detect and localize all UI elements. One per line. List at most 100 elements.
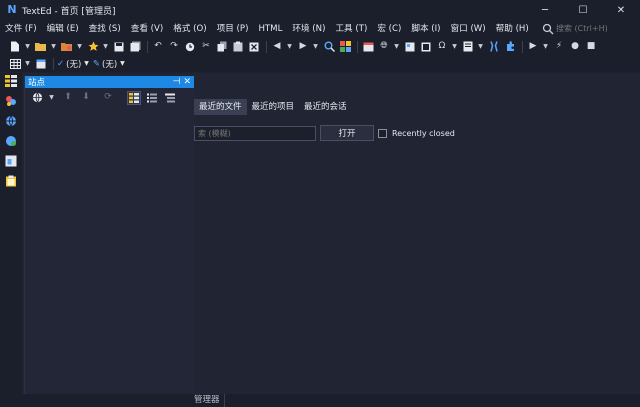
recently-closed-checkbox[interactable] bbox=[378, 128, 387, 138]
menu-help[interactable]: 帮助 (H) bbox=[491, 20, 534, 38]
menu-edit[interactable]: 编辑 (E) bbox=[42, 20, 84, 38]
menu-view[interactable]: 查看 (V) bbox=[126, 20, 169, 38]
record-icon[interactable]: ● bbox=[568, 40, 582, 54]
chevron-down-icon: ▼ bbox=[84, 60, 89, 67]
cut-icon[interactable]: ✂ bbox=[199, 40, 213, 54]
spellcheck-value: (无) bbox=[66, 59, 82, 70]
sites-panel-header: 站点 ⊣ ✕ bbox=[25, 76, 194, 88]
save-icon[interactable] bbox=[112, 40, 126, 54]
web-sync-icon[interactable] bbox=[5, 135, 17, 147]
new-dropdown-icon[interactable]: ▼ bbox=[24, 40, 31, 54]
document-dropdown-icon[interactable]: ▼ bbox=[477, 40, 484, 54]
tab-recent-projects[interactable]: 最近的项目 bbox=[247, 99, 300, 115]
list-view-icon[interactable] bbox=[145, 91, 159, 105]
open-folder-icon[interactable] bbox=[34, 40, 48, 54]
highlighter-combo[interactable]: ✎ (无) ▼ bbox=[93, 57, 125, 71]
clip-library-icon[interactable] bbox=[5, 95, 17, 107]
status-bar: 管理器 bbox=[0, 394, 640, 407]
delete-icon[interactable] bbox=[247, 40, 261, 54]
fuzzy-search-input[interactable] bbox=[194, 125, 316, 141]
panel-close-icon[interactable]: ✕ bbox=[183, 77, 191, 87]
menu-search[interactable]: 查找 (S) bbox=[84, 20, 126, 38]
run-icon[interactable]: ▶ bbox=[526, 40, 540, 54]
file-tree-icon[interactable] bbox=[5, 75, 17, 87]
site-dropdown-icon[interactable]: ▼ bbox=[48, 91, 55, 105]
stop-icon[interactable]: ■ bbox=[584, 40, 598, 54]
open-button[interactable]: 打开 bbox=[320, 125, 374, 141]
copy-icon[interactable] bbox=[215, 40, 229, 54]
format-toolbar: ▼ ✓ (无) ▼ ✎ (无) ▼ bbox=[0, 55, 640, 72]
site-globe-icon[interactable] bbox=[30, 91, 44, 105]
bottom-panel-tab[interactable]: 管理器 bbox=[194, 394, 225, 407]
menu-bar: 文件 (F) 编辑 (E) 查找 (S) 查看 (V) 格式 (O) 项目 (P… bbox=[0, 20, 640, 38]
document-icon[interactable] bbox=[461, 40, 475, 54]
color-picker-icon[interactable] bbox=[338, 40, 352, 54]
clipboard-icon[interactable] bbox=[5, 175, 17, 187]
menu-tools[interactable]: 工具 (T) bbox=[330, 20, 372, 38]
favorites-icon[interactable] bbox=[86, 40, 100, 54]
move-down-icon[interactable]: ⬇ bbox=[79, 91, 93, 105]
back-dropdown-icon[interactable]: ▼ bbox=[286, 40, 293, 54]
recently-closed-toggle[interactable]: Recently closed bbox=[378, 128, 455, 138]
toolbar-separator bbox=[522, 40, 523, 53]
pin-icon[interactable]: ⊣ bbox=[173, 77, 181, 87]
forward-arrow-icon[interactable]: ▶ bbox=[296, 40, 310, 54]
browser-preview-icon[interactable] bbox=[361, 40, 375, 54]
paste-icon[interactable] bbox=[231, 40, 245, 54]
new-file-icon[interactable] bbox=[8, 40, 22, 54]
menu-project[interactable]: 项目 (P) bbox=[212, 20, 254, 38]
search-input[interactable] bbox=[556, 24, 630, 33]
tab-recent-sessions[interactable]: 最近的会话 bbox=[299, 99, 352, 115]
menu-environment[interactable]: 环境 (N) bbox=[287, 20, 330, 38]
favorites-dropdown-icon[interactable]: ▼ bbox=[102, 40, 109, 54]
redo-icon[interactable]: ↷ bbox=[167, 40, 181, 54]
undo-icon[interactable]: ↶ bbox=[151, 40, 165, 54]
table-grid-icon[interactable] bbox=[8, 57, 22, 71]
maximize-button[interactable]: ☐ bbox=[564, 0, 602, 20]
sites-globe-icon[interactable] bbox=[5, 115, 17, 127]
tab-recent-files[interactable]: 最近的文件 bbox=[194, 99, 247, 115]
menu-macro[interactable]: 宏 (C) bbox=[372, 20, 406, 38]
forward-dropdown-icon[interactable]: ▼ bbox=[312, 40, 319, 54]
find-icon[interactable] bbox=[322, 40, 336, 54]
omega-icon[interactable]: Ω bbox=[435, 40, 449, 54]
spellcheck-icon: ✓ bbox=[57, 58, 65, 69]
calendar-icon[interactable] bbox=[34, 57, 48, 71]
lightning-icon[interactable]: ⚡︎ bbox=[552, 40, 566, 54]
globe-dropdown-icon[interactable]: ▼ bbox=[393, 40, 400, 54]
window-list-icon[interactable] bbox=[5, 155, 17, 167]
search-icon bbox=[542, 23, 554, 34]
refresh-icon[interactable]: ⟳ bbox=[101, 91, 115, 105]
project-dropdown-icon[interactable]: ▼ bbox=[76, 40, 83, 54]
menu-script[interactable]: 脚本 (I) bbox=[406, 20, 445, 38]
save-all-icon[interactable] bbox=[128, 40, 142, 54]
close-button[interactable]: ✕ bbox=[602, 0, 640, 20]
window-layout-icon[interactable] bbox=[403, 40, 417, 54]
menu-html[interactable]: HTML bbox=[253, 20, 287, 38]
tree-view-icon[interactable] bbox=[127, 90, 141, 105]
title-bar: N TextEd - 首页 [管理员] ─ ☐ ✕ bbox=[0, 0, 640, 20]
move-up-icon[interactable]: ⬆ bbox=[61, 91, 75, 105]
open-dropdown-icon[interactable]: ▼ bbox=[50, 40, 57, 54]
detail-view-icon[interactable] bbox=[163, 91, 177, 105]
globe-icon[interactable]: 🌐︎ bbox=[377, 40, 391, 54]
omega-dropdown-icon[interactable]: ▼ bbox=[451, 40, 458, 54]
global-search bbox=[542, 21, 634, 36]
table-dropdown-icon[interactable]: ▼ bbox=[24, 57, 31, 71]
menu-window[interactable]: 窗口 (W) bbox=[446, 20, 491, 38]
run-dropdown-icon[interactable]: ▼ bbox=[542, 40, 549, 54]
window-controls: ─ ☐ ✕ bbox=[526, 0, 640, 20]
side-tool-strip bbox=[0, 73, 22, 395]
tools-icon[interactable] bbox=[487, 40, 501, 54]
spellcheck-combo[interactable]: ✓ (无) ▼ bbox=[57, 57, 89, 71]
menu-format[interactable]: 格式 (O) bbox=[168, 20, 211, 38]
back-arrow-icon[interactable]: ◀ bbox=[270, 40, 284, 54]
history-icon[interactable] bbox=[183, 40, 197, 54]
minimize-button[interactable]: ─ bbox=[526, 0, 564, 20]
plugin-icon[interactable] bbox=[503, 40, 517, 54]
split-view-icon[interactable] bbox=[419, 40, 433, 54]
menu-file[interactable]: 文件 (F) bbox=[0, 20, 42, 38]
highlighter-value: (无) bbox=[102, 59, 118, 70]
open-project-icon[interactable] bbox=[60, 40, 74, 54]
recent-filter-row: 打开 Recently closed bbox=[194, 125, 455, 141]
